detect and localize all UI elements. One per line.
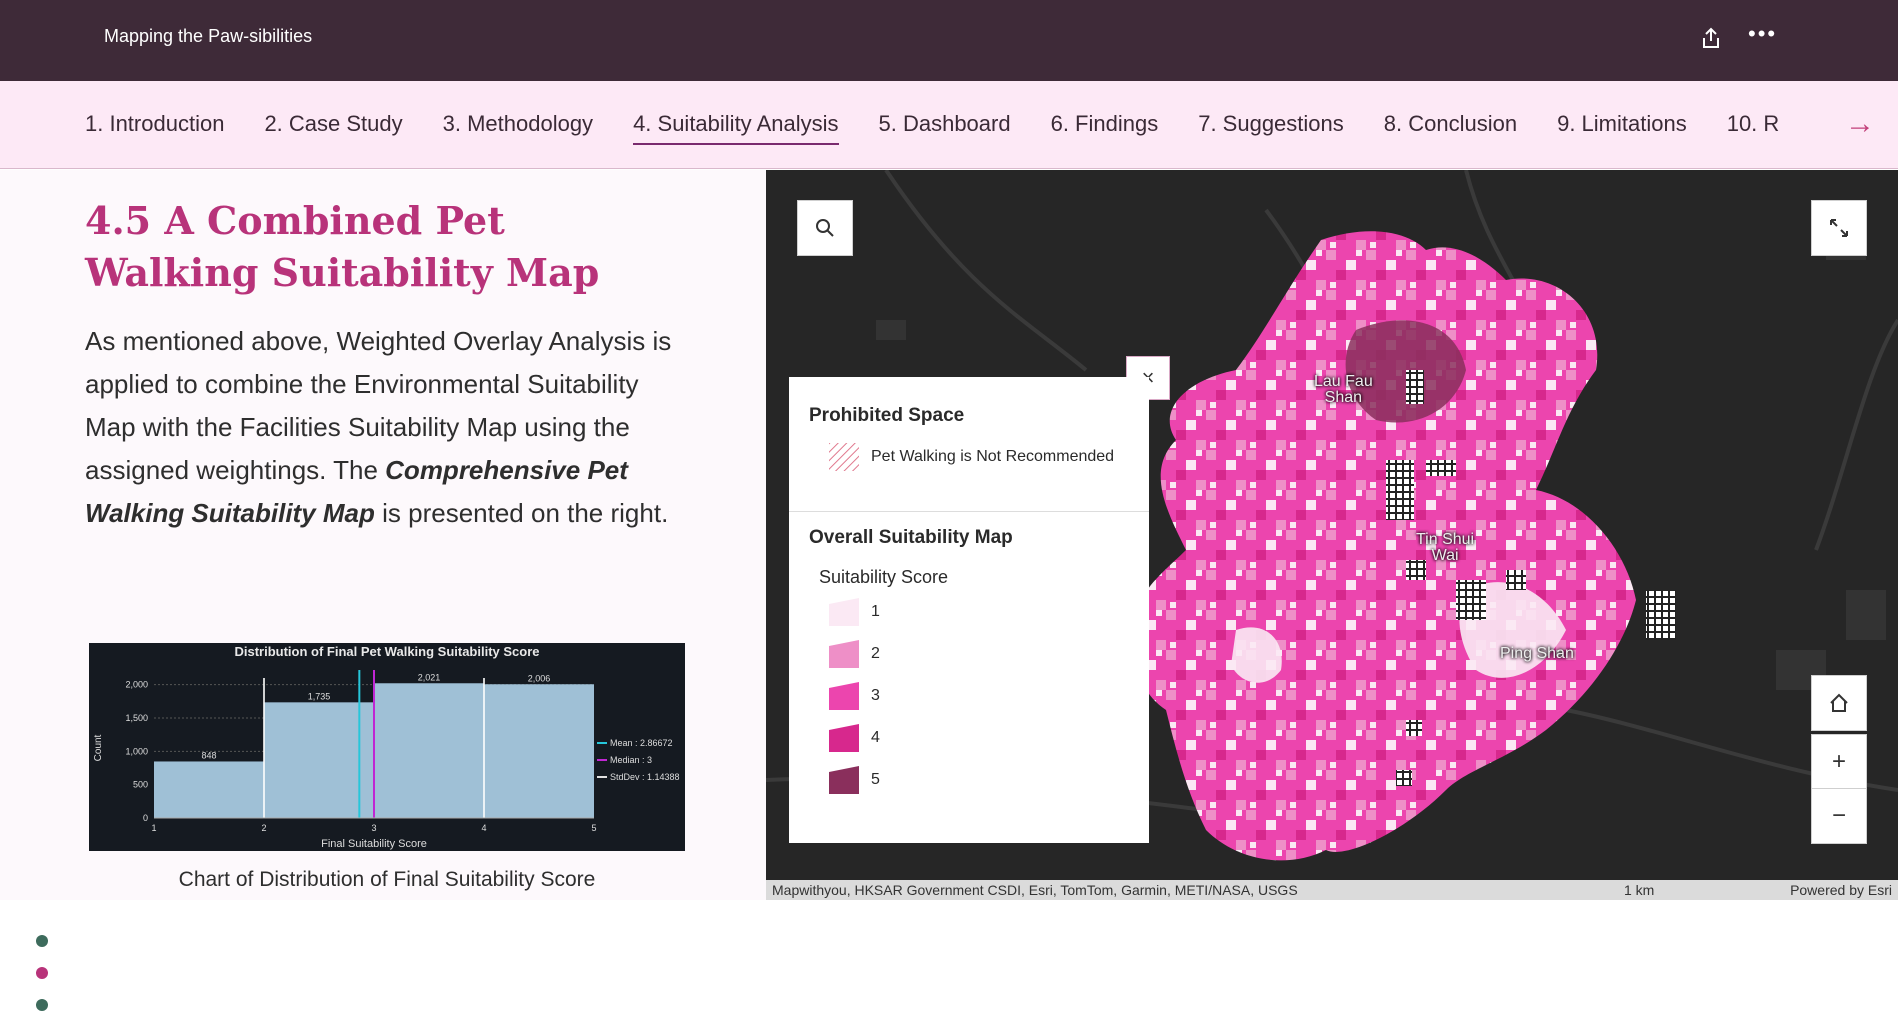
powered-by-esri[interactable]: Powered by Esri: [1790, 880, 1892, 900]
share-icon[interactable]: [1700, 26, 1722, 50]
chart-bar-label: 2,006: [528, 673, 551, 683]
chart-bar: [374, 683, 484, 818]
story-header: Mapping the Paw-sibilities •••: [0, 0, 1898, 81]
legend-prohibited-title: Prohibited Space: [809, 405, 965, 426]
section-heading: 4.5 A Combined Pet Walking Suitability M…: [85, 198, 600, 295]
legend-score-label: 1: [871, 603, 880, 620]
chart-legend-label: Mean : 2.86672: [610, 738, 673, 748]
progress-dot[interactable]: [36, 935, 48, 947]
map-label-lau-fau-shan: Lau Fau Shan: [1314, 373, 1373, 406]
chart-y-tick: 1,500: [125, 713, 148, 723]
home-icon: [1830, 693, 1848, 712]
legend-prohibited-item: Pet Walking is Not Recommended: [829, 442, 1114, 472]
chart-title: Distribution of Final Pet Walking Suitab…: [234, 644, 539, 659]
map-scale: 1 km: [1624, 882, 1655, 898]
chart-bar: [264, 702, 374, 818]
map-fullscreen-button[interactable]: [1811, 200, 1867, 256]
more-options-icon[interactable]: •••: [1748, 23, 1778, 50]
chart-bar-label: 2,021: [418, 672, 441, 682]
paragraph-text-end: is presented on the right.: [374, 498, 669, 528]
chart-bar-label: 848: [201, 750, 216, 760]
map-attribution-bar: Mapwithyou, HKSAR Government CSDI, Esri,…: [766, 880, 1898, 900]
nav-tab-3[interactable]: 3. Methodology: [443, 81, 593, 168]
legend-score-row: 2: [829, 639, 880, 669]
chart-legend-label: StdDev : 1.14388: [610, 772, 680, 782]
chart-bar: [154, 761, 264, 818]
legend-score-row: 3: [829, 681, 880, 711]
map-label-ping-shan: Ping Shan: [1500, 645, 1574, 662]
hatch-swatch-icon: [829, 443, 859, 471]
legend-score-row: 5: [829, 765, 880, 795]
nav-tab-5[interactable]: 5. Dashboard: [879, 81, 1011, 168]
zoom-out-button[interactable]: −: [1811, 788, 1867, 844]
nav-tab-10[interactable]: 10. R: [1727, 81, 1780, 168]
chart-legend-label: Median : 3: [610, 755, 652, 765]
next-arrow-icon[interactable]: →: [1840, 107, 1880, 141]
section-paragraph: As mentioned above, Weighted Overlay Ana…: [85, 320, 685, 535]
score-swatch-icon: [829, 766, 859, 794]
score-swatch-icon: [829, 598, 859, 626]
legend-score-label: 2: [871, 645, 880, 662]
legend-divider: [789, 511, 1149, 512]
legend-score-label: 3: [871, 687, 880, 704]
chart-x-tick: 5: [591, 823, 596, 833]
chart-x-tick: 1: [151, 823, 156, 833]
nav-tab-7[interactable]: 7. Suggestions: [1198, 81, 1344, 168]
nav-tab-1[interactable]: 1. Introduction: [85, 81, 224, 168]
map-label-tin-shui-wai: Tin Shui Wai: [1416, 531, 1475, 564]
map-home-button[interactable]: [1811, 675, 1867, 731]
legend-score-row: 1: [829, 597, 880, 627]
chart-x-tick: 3: [371, 823, 376, 833]
progress-dot[interactable]: [36, 999, 48, 1011]
nav-tab-9[interactable]: 9. Limitations: [1557, 81, 1687, 168]
nav-tab-4[interactable]: 4. Suitability Analysis: [633, 81, 839, 168]
chart-y-tick: 1,000: [125, 746, 148, 756]
nav-tab-2[interactable]: 2. Case Study: [264, 81, 402, 168]
suitability-map[interactable]: Lau FauShan Tin ShuiWai Ping Shan + − × …: [766, 170, 1898, 900]
chart-y-tick: 0: [143, 813, 148, 823]
chart-caption: Chart of Distribution of Final Suitabili…: [178, 868, 596, 891]
chart-x-tick: 4: [481, 823, 486, 833]
content-panel: 4.5 A Combined Pet Walking Suitability M…: [0, 170, 766, 1011]
score-swatch-icon: [829, 724, 859, 752]
score-swatch-icon: [829, 640, 859, 668]
chart-bar: [484, 684, 594, 818]
legend-score-label: 5: [871, 771, 880, 788]
progress-dots: [36, 935, 48, 1031]
score-swatch-icon: [829, 682, 859, 710]
legend-overall-title: Overall Suitability Map: [809, 527, 1013, 548]
nav-tab-6[interactable]: 6. Findings: [1051, 81, 1159, 168]
map-search-button[interactable]: [797, 200, 853, 256]
nav-tab-8[interactable]: 8. Conclusion: [1384, 81, 1517, 168]
nav-tabs: 1. Introduction 2. Case Study 3. Methodolo…: [85, 81, 1810, 168]
chart-y-label: Count: [93, 734, 104, 761]
legend-score-label: 4: [871, 729, 880, 746]
progress-dot[interactable]: [36, 967, 48, 979]
legend-score-row: 4: [829, 723, 880, 753]
story-title: Mapping the Paw-sibilities: [104, 26, 313, 46]
histogram-svg: Distribution of Final Pet Walking Suitab…: [93, 644, 680, 850]
expand-icon: [1830, 219, 1848, 237]
chart-y-tick: 500: [133, 780, 148, 790]
zoom-in-button[interactable]: +: [1811, 734, 1867, 790]
chart-bar-label: 1,735: [308, 691, 331, 701]
chart-x-tick: 2: [261, 823, 266, 833]
chart-x-label: Final Suitability Score: [321, 838, 427, 850]
section-nav: 1. Introduction 2. Case Study 3. Methodolo…: [0, 81, 1898, 169]
chart-y-tick: 2,000: [125, 680, 148, 690]
search-icon: [816, 219, 834, 237]
map-legend: Prohibited Space Pet Walking is Not Reco…: [789, 377, 1149, 843]
map-attribution: Mapwithyou, HKSAR Government CSDI, Esri,…: [772, 882, 1298, 898]
legend-score-title: Suitability Score: [819, 567, 949, 587]
legend-prohibited-label: Pet Walking is Not Recommended: [871, 448, 1115, 465]
histogram-chart: Distribution of Final Pet Walking Suitab…: [89, 643, 685, 851]
